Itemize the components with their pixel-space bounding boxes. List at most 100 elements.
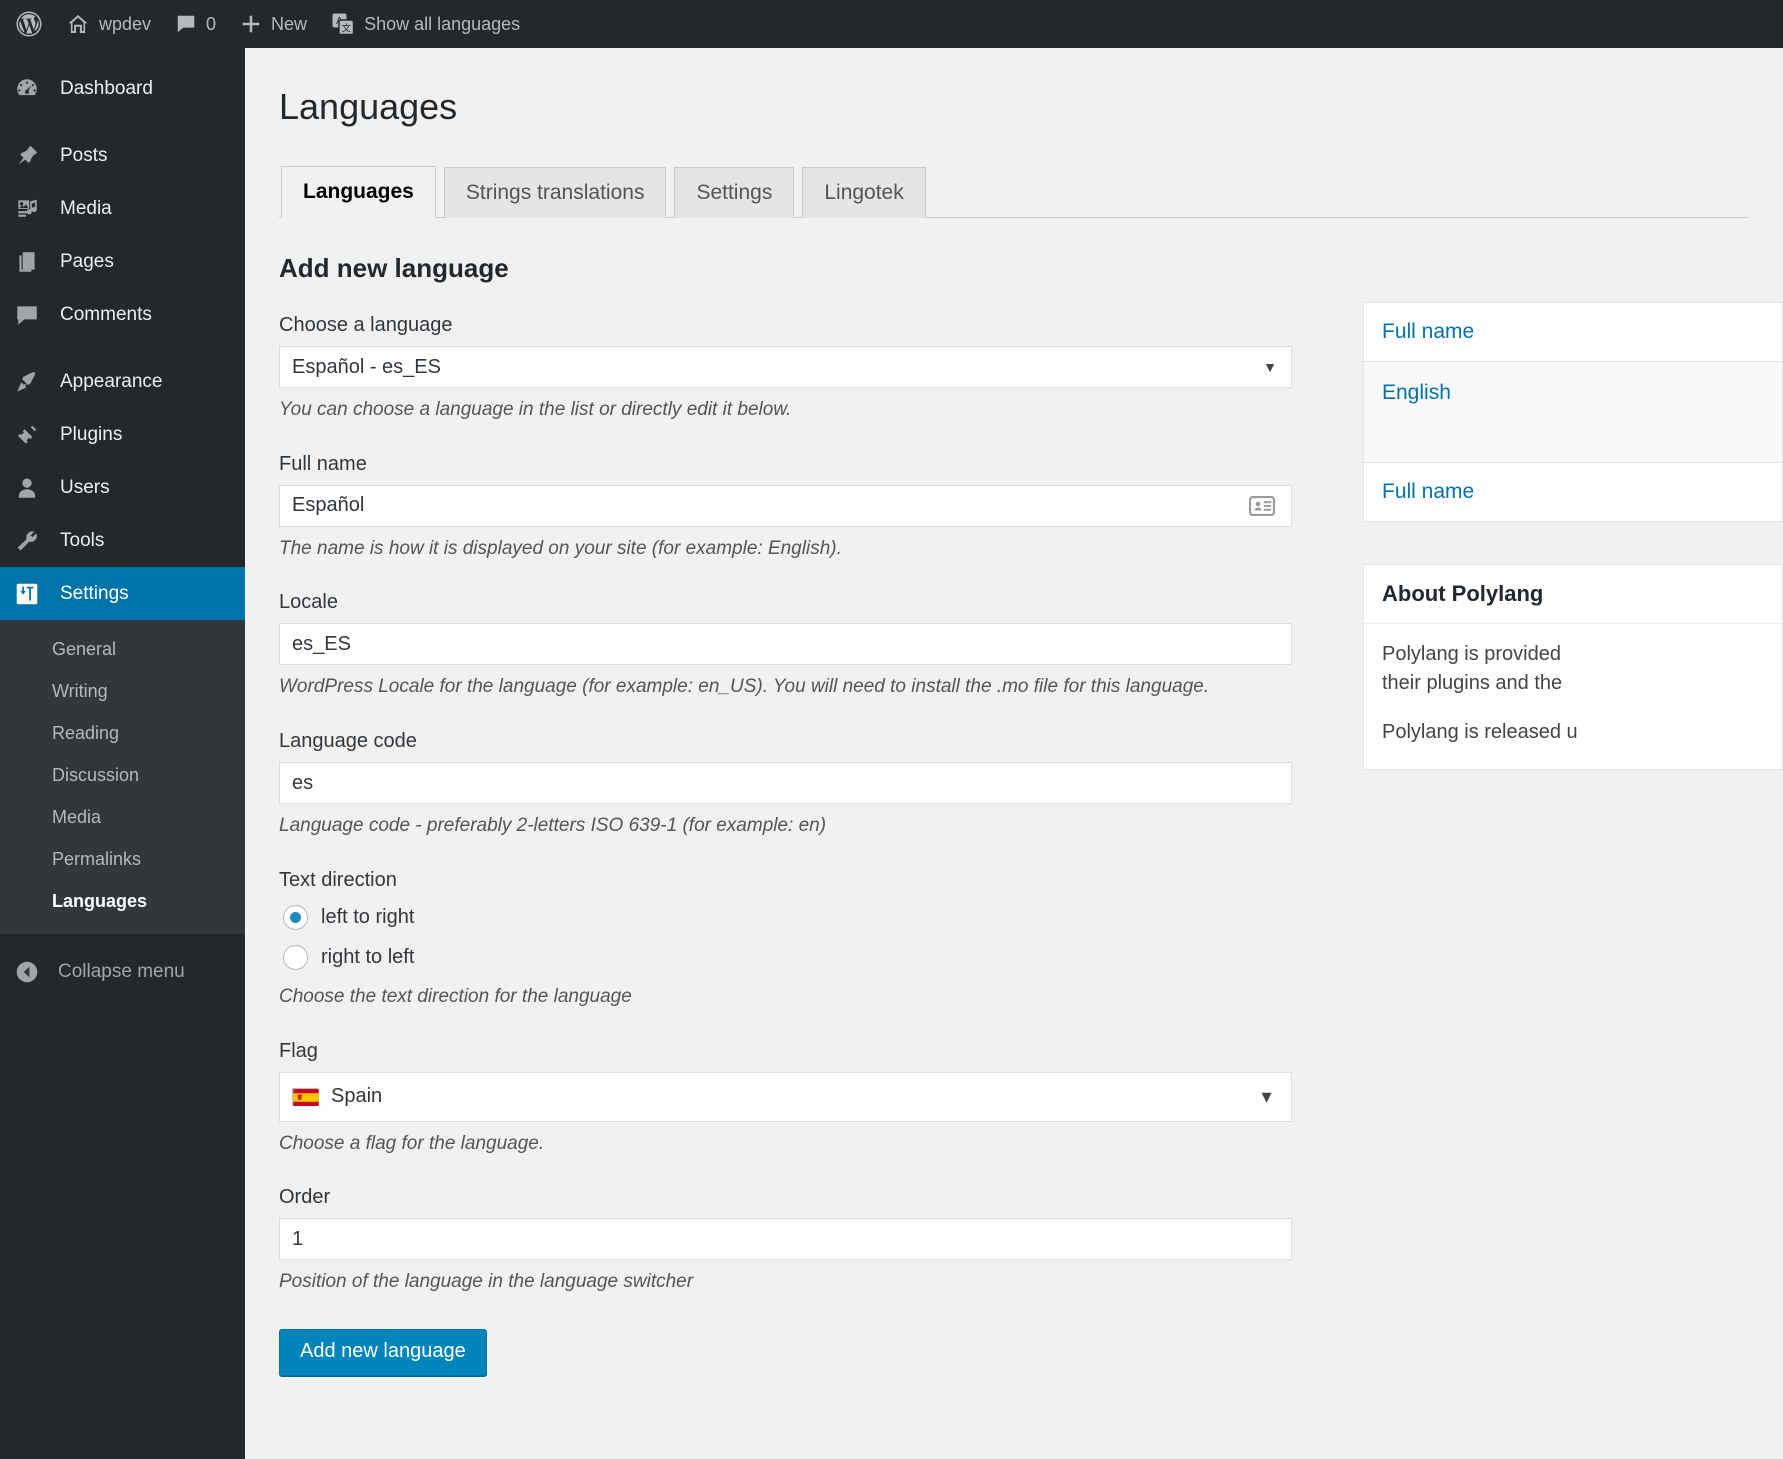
plus-icon [240,13,262,35]
comments-count: 0 [206,15,216,33]
sidebar-item-pages[interactable]: Pages [0,235,245,288]
sidebar-item-label: Appearance [60,371,162,393]
flag-field: Flag Spain ▼ Choose a flag for the langu… [279,1038,1783,1157]
page-title: Languages [279,84,1783,131]
about-paragraph-1: Polylang is provided their plugins and t… [1382,640,1764,698]
text-direction-description: Choose the text direction for the langua… [279,985,1783,1010]
radio-button-ltr[interactable] [283,905,308,930]
submenu-item-reading[interactable]: Reading [0,712,245,754]
main-content: Languages Languages Strings translations… [245,48,1783,1459]
sidebar-item-label: Tools [60,530,104,552]
sidebar-item-label: Comments [60,304,152,326]
radio-option-rtl[interactable]: right to left [283,941,1783,975]
wrench-icon [14,528,40,554]
admin-sidebar: Dashboard Posts Media Pages Comments App… [0,48,245,1459]
flag-value: Spain [331,1085,382,1108]
sidebar-item-posts[interactable]: Posts [0,129,245,182]
submenu-item-languages[interactable]: Languages [0,880,245,922]
comments-menu[interactable]: 0 [163,0,228,48]
order-value: 1 [292,1228,303,1251]
id-card-icon[interactable] [1249,496,1275,516]
pin-icon [14,143,40,169]
flag-select[interactable]: Spain ▼ [279,1072,1292,1122]
sidebar-item-comments[interactable]: Comments [0,288,245,341]
about-line-1: Polylang is provided [1382,643,1561,665]
tab-settings[interactable]: Settings [674,167,794,218]
submenu-item-permalinks[interactable]: Permalinks [0,838,245,880]
chevron-down-icon: ▼ [1263,360,1277,374]
wp-logo-menu[interactable] [0,0,54,48]
sidebar-item-tools[interactable]: Tools [0,514,245,567]
sidebar-item-appearance[interactable]: Appearance [0,355,245,408]
tab-lingotek[interactable]: Lingotek [802,167,925,218]
languages-table-footer-full-name[interactable]: Full name [1364,462,1782,521]
order-field: Order 1 Position of the language in the … [279,1184,1783,1295]
show-all-languages-label: Show all languages [364,15,520,33]
sidebar-item-label: Dashboard [60,78,153,100]
collapse-menu-button[interactable]: Collapse menu [0,944,245,1000]
sidebar-item-users[interactable]: Users [0,461,245,514]
about-paragraph-2: Polylang is released u [1382,718,1764,747]
sidebar-item-label: Posts [60,145,108,167]
show-all-languages-menu[interactable]: A文 Show all languages [319,0,532,48]
admin-bar: wpdev 0 New A文 Show all languages [0,0,1783,48]
language-code-input[interactable]: es [279,762,1292,804]
add-new-language-button[interactable]: Add new language [279,1329,487,1376]
dashboard-icon [14,76,40,102]
about-polylang-body: Polylang is provided their plugins and t… [1364,624,1782,769]
sidebar-item-dashboard[interactable]: Dashboard [0,62,245,115]
flag-description: Choose a flag for the language. [279,1132,1783,1157]
tab-strings-translations[interactable]: Strings translations [444,167,667,218]
flag-label: Flag [279,1038,1783,1064]
languages-list-table: Full name English Full name [1363,302,1783,522]
submenu-item-media[interactable]: Media [0,796,245,838]
choose-language-select[interactable]: Español - es_ES ▼ [279,346,1292,388]
right-column: Full name English Full name About Polyla… [1363,302,1783,812]
wordpress-logo-icon [14,9,44,39]
translation-icon: A文 [331,12,355,36]
sidebar-item-media[interactable]: Media [0,182,245,235]
table-row: English [1364,362,1782,462]
text-direction-field: Text direction left to right right to le… [279,867,1783,1010]
collapse-menu-label: Collapse menu [58,961,185,983]
choose-language-value: Español - es_ES [292,356,441,379]
site-name-menu[interactable]: wpdev [54,0,163,48]
radio-button-rtl[interactable] [283,945,308,970]
order-input[interactable]: 1 [279,1218,1292,1260]
settings-submenu: General Writing Reading Discussion Media… [0,620,245,934]
language-code-value: es [292,772,313,795]
submenu-item-discussion[interactable]: Discussion [0,754,245,796]
order-description: Position of the language in the language… [279,1270,1783,1295]
sidebar-item-label: Media [60,198,112,220]
site-name-label: wpdev [99,15,151,33]
about-line-2: their plugins and the [1382,672,1562,694]
sidebar-divider-1 [0,115,245,129]
collapse-arrow-icon [14,959,40,985]
about-polylang-title: About Polylang [1364,565,1782,624]
sidebar-item-plugins[interactable]: Plugins [0,408,245,461]
radio-label-rtl: right to left [321,946,414,969]
user-icon [14,475,40,501]
sidebar-item-label: Pages [60,251,114,273]
full-name-input[interactable]: Español [279,485,1292,527]
sidebar-item-settings[interactable]: Settings [0,567,245,620]
languages-table-header-full-name[interactable]: Full name [1364,303,1782,362]
radio-option-ltr[interactable]: left to right [283,901,1783,935]
new-content-label: New [271,15,307,33]
locale-value: es_ES [292,633,351,656]
language-name-link[interactable]: English [1382,381,1451,404]
order-label: Order [279,1184,1783,1210]
language-code-description: Language code - preferably 2-letters ISO… [279,814,1783,839]
submenu-item-general[interactable]: General [0,628,245,670]
new-content-menu[interactable]: New [228,0,319,48]
about-polylang-box: About Polylang Polylang is provided thei… [1363,564,1783,770]
submenu-item-writing[interactable]: Writing [0,670,245,712]
sidebar-item-label: Settings [60,583,129,605]
tab-languages[interactable]: Languages [281,166,436,218]
sidebar-divider-2 [0,341,245,355]
locale-input[interactable]: es_ES [279,623,1292,665]
sidebar-item-label: Users [60,477,110,499]
full-name-value: Español [292,494,364,517]
about-line-3: Polylang is released u [1382,721,1578,743]
add-new-language-heading: Add new language [279,253,1783,284]
